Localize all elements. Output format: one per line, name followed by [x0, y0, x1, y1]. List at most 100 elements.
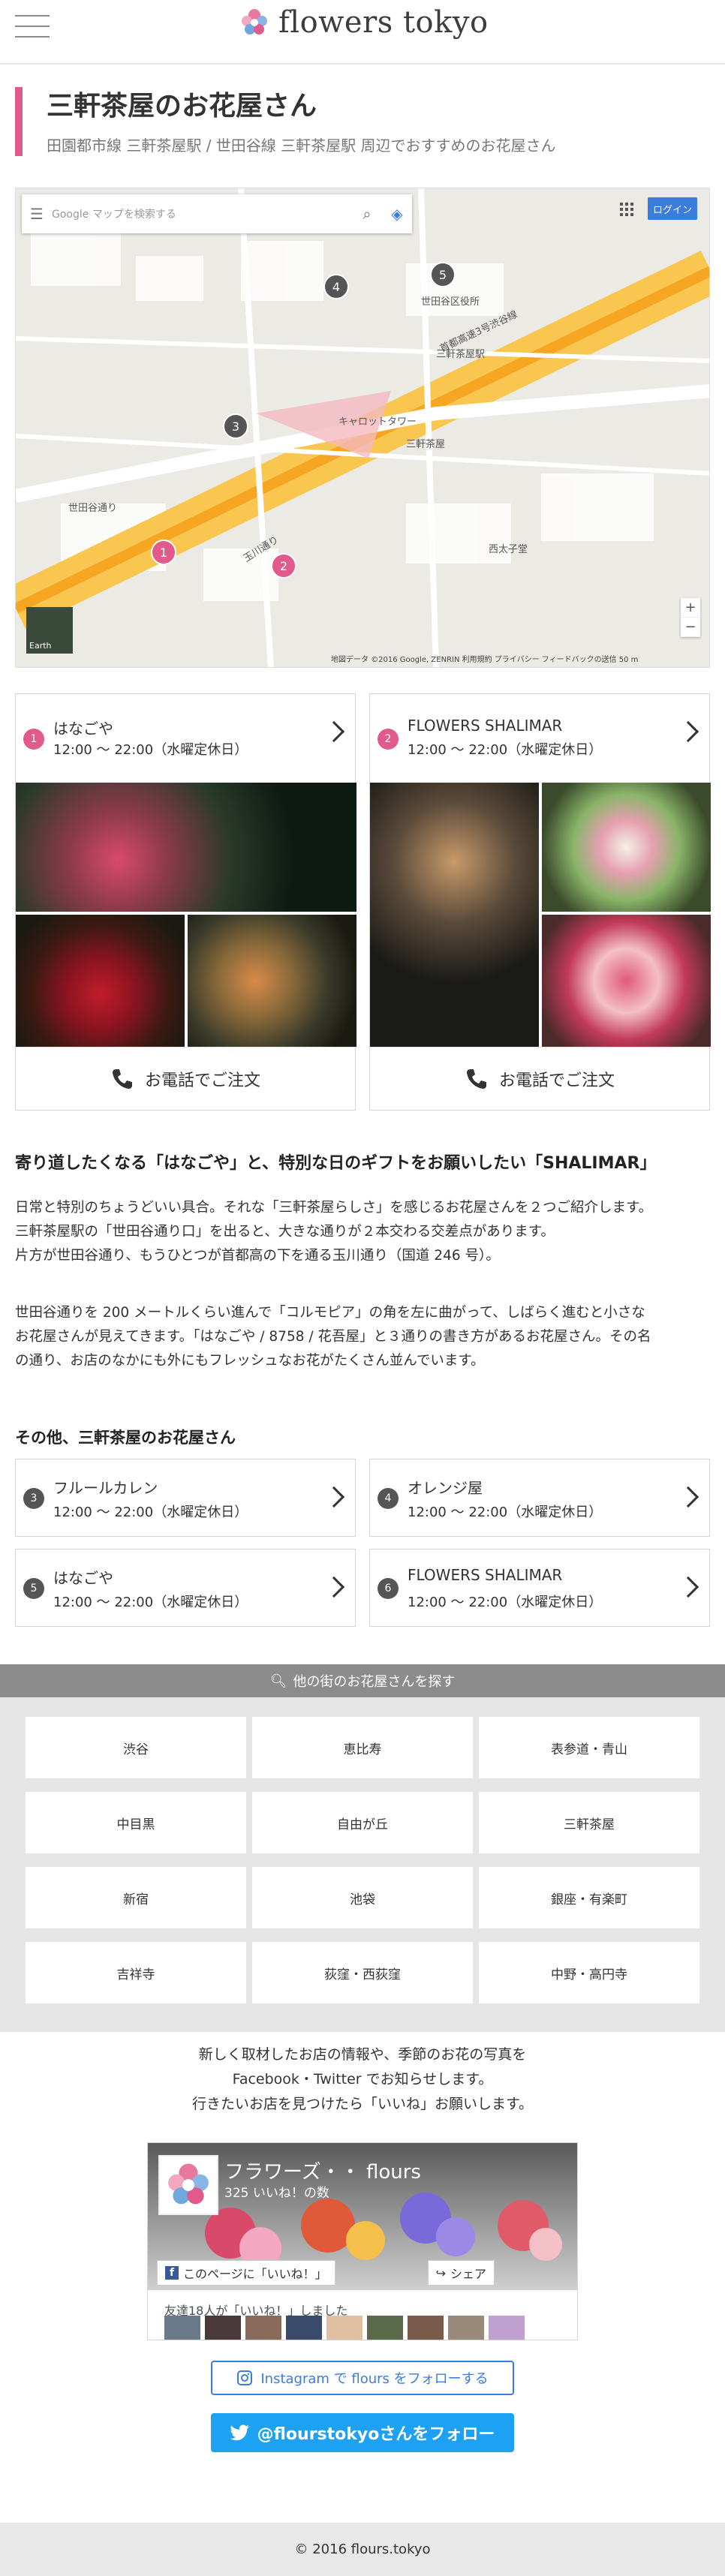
avatar[interactable] — [489, 2316, 525, 2340]
facebook-page-logo[interactable] — [158, 2155, 218, 2215]
avatar[interactable] — [326, 2316, 362, 2340]
map-label: 世田谷通り — [68, 503, 118, 514]
page-title: 三軒茶屋のお花屋さん — [47, 91, 317, 122]
avatar[interactable] — [408, 2316, 444, 2340]
facebook-page-title[interactable]: フラワーズ・・ flours — [224, 2157, 421, 2184]
map-login-button[interactable]: ログイン — [648, 197, 697, 220]
other-shop-card[interactable]: 3 フルールカレン 12:00 〜 22:00（水曜定休日） — [15, 1459, 356, 1537]
site-header: flowers tokyo — [0, 0, 725, 65]
shop-hours: 12:00 〜 22:00（水曜定休日） — [408, 742, 603, 758]
article-paragraph-2: 世田谷通りを 200 メートルくらい進んで「コルモピア」の角を左に曲がって、しば… — [15, 1301, 710, 1373]
avatar[interactable] — [245, 2316, 281, 2340]
map-pin-5[interactable]: 5 — [430, 262, 456, 287]
zoom-out-button[interactable]: − — [681, 618, 700, 637]
map-label: キャロットタワー — [338, 416, 417, 428]
map-pin-3[interactable]: 3 — [223, 413, 248, 439]
article-line: 三軒茶屋駅の「世田谷通り口」を出ると、大きな通りが２本交わる交差点があります。 — [15, 1224, 555, 1240]
shop-photo — [16, 783, 356, 912]
instagram-follow-label: Instagram で flours をフォローする — [260, 2371, 489, 2387]
shop-photo — [16, 915, 185, 1047]
shop-name: フルールカレン — [53, 1479, 158, 1497]
area-button[interactable]: 表参道・青山 — [479, 1717, 699, 1778]
shop-number-badge: 3 — [23, 1488, 44, 1509]
area-button[interactable]: 渋谷 — [26, 1717, 246, 1778]
phone-icon — [112, 1069, 132, 1089]
area-button[interactable]: 銀座・有楽町 — [479, 1867, 699, 1928]
shop-name: はなごや — [53, 1569, 113, 1587]
avatar[interactable] — [448, 2316, 484, 2340]
facebook-like-label: このページに「いいね！」 — [183, 2267, 327, 2281]
facebook-share-button[interactable]: ↪ シェア — [427, 2260, 495, 2286]
logo-text: flowers tokyo — [278, 5, 489, 40]
area-button[interactable]: 吉祥寺 — [26, 1942, 246, 2003]
shop-name: オレンジ屋 — [408, 1479, 483, 1497]
shop-hours: 12:00 〜 22:00（水曜定休日） — [408, 1595, 603, 1610]
flower-logo-icon — [168, 2163, 209, 2205]
area-button[interactable]: 新宿 — [26, 1867, 246, 1928]
phone-order-button[interactable]: お電話でご注文 — [370, 1047, 709, 1110]
instagram-follow-button[interactable]: Instagram で flours をフォローする — [211, 2361, 514, 2395]
apps-grid-icon[interactable] — [619, 202, 634, 217]
area-button[interactable]: 中目黒 — [26, 1792, 246, 1853]
map-pin-4[interactable]: 4 — [323, 274, 349, 299]
facebook-like-button[interactable]: f このページに「いいね！」 — [157, 2260, 335, 2286]
phone-order-button[interactable]: お電話でご注文 — [16, 1047, 355, 1110]
area-button[interactable]: 中野・高円寺 — [479, 1942, 699, 2003]
shop-name: はなごや — [53, 720, 113, 738]
shop-photo — [370, 783, 539, 1047]
shop-card-header[interactable]: 1 はなごや 12:00 〜 22:00（水曜定休日） — [16, 694, 355, 783]
search-icon[interactable]: ⌕ — [352, 205, 382, 223]
hamburger-icon[interactable] — [15, 15, 50, 41]
avatar[interactable] — [205, 2316, 241, 2340]
map-label: 西太子堂 — [489, 544, 528, 555]
site-logo[interactable]: flowers tokyo — [236, 0, 489, 45]
directions-icon[interactable]: ◈ — [382, 205, 412, 223]
facebook-like-count: 325 いいね！の数 — [224, 2186, 329, 2201]
area-button[interactable]: 三軒茶屋 — [479, 1792, 699, 1853]
other-shop-card[interactable]: 6 FLOWERS SHALIMAR 12:00 〜 22:00（水曜定休日） — [369, 1549, 710, 1627]
map-pin-1[interactable]: 1 — [151, 540, 176, 565]
avatar[interactable] — [367, 2316, 403, 2340]
other-shop-card[interactable]: 5 はなごや 12:00 〜 22:00（水曜定休日） — [15, 1549, 356, 1627]
shop-name: FLOWERS SHALIMAR — [408, 1566, 563, 1584]
shop-number-badge: 1 — [23, 729, 44, 750]
chevron-right-icon — [677, 1486, 699, 1508]
chevron-right-icon — [677, 1576, 699, 1598]
facebook-friend-avatars — [164, 2316, 529, 2340]
flower-logo-icon — [238, 6, 271, 39]
shop-hours: 12:00 〜 22:00（水曜定休日） — [408, 1504, 603, 1520]
google-map[interactable]: 三軒茶屋駅 世田谷通り 首都高速3号渋谷線 キャロットタワー 三軒茶屋 玉川通り… — [15, 188, 710, 668]
phone-order-label: お電話でご注文 — [144, 1071, 260, 1090]
map-pin-2[interactable]: 2 — [271, 553, 296, 579]
area-button[interactable]: 荻窪・西荻窪 — [252, 1942, 473, 2003]
facebook-share-label: シェア — [450, 2267, 486, 2281]
earth-view-toggle[interactable]: Earth — [26, 607, 73, 654]
map-roads — [16, 188, 709, 667]
area-button[interactable]: 恵比寿 — [252, 1717, 473, 1778]
phone-order-label: お電話でご注文 — [498, 1071, 615, 1090]
twitter-follow-label: @flourstokyoさんをフォロー — [257, 2425, 495, 2444]
avatar[interactable] — [164, 2316, 200, 2340]
menu-icon[interactable]: ☰ — [22, 205, 52, 223]
zoom-in-button[interactable]: + — [681, 598, 700, 618]
facebook-icon: f — [165, 2266, 179, 2280]
twitter-follow-button[interactable]: @flourstokyoさんをフォロー — [211, 2413, 514, 2452]
area-button[interactable]: 池袋 — [252, 1867, 473, 1928]
social-info-text: 新しく取材したお店の情報や、季節のお花の写真を Facebook・Twitter… — [0, 2042, 725, 2117]
shop-card-header[interactable]: 2 FLOWERS SHALIMAR 12:00 〜 22:00（水曜定休日） — [370, 694, 709, 783]
area-button[interactable]: 自由が丘 — [252, 1792, 473, 1853]
area-search-header: 🔍︎ 他の街のお花屋さんを探す — [0, 1664, 725, 1697]
facebook-cover-photo: フラワーズ・・ flours 325 いいね！の数 f このページに「いいね！」… — [148, 2143, 577, 2290]
map-attribution: 地図データ ©2016 Google, ZENRIN 利用規約 プライバシー フ… — [331, 656, 639, 664]
avatar[interactable] — [286, 2316, 322, 2340]
map-zoom-controls[interactable]: + − — [681, 598, 700, 637]
shop-number-badge: 2 — [378, 729, 399, 750]
map-search-box[interactable]: ☰ Google マップを検索する ⌕ ◈ — [22, 194, 412, 233]
map-search-placeholder[interactable]: Google マップを検索する — [52, 206, 352, 221]
shop-hours: 12:00 〜 22:00（水曜定休日） — [53, 742, 248, 758]
page-subtitle: 田園都市線 三軒茶屋駅 / 世田谷線 三軒茶屋駅 周辺でおすすめのお花屋さん — [47, 137, 556, 155]
map-label: 世田谷区役所 — [421, 296, 480, 308]
shop-photo — [542, 783, 711, 912]
other-shop-card[interactable]: 4 オレンジ屋 12:00 〜 22:00（水曜定休日） — [369, 1459, 710, 1537]
article-heading: 寄り道したくなる「はなごや」と、特別な日のギフトをお願いしたい「SHALIMAR… — [15, 1154, 657, 1173]
